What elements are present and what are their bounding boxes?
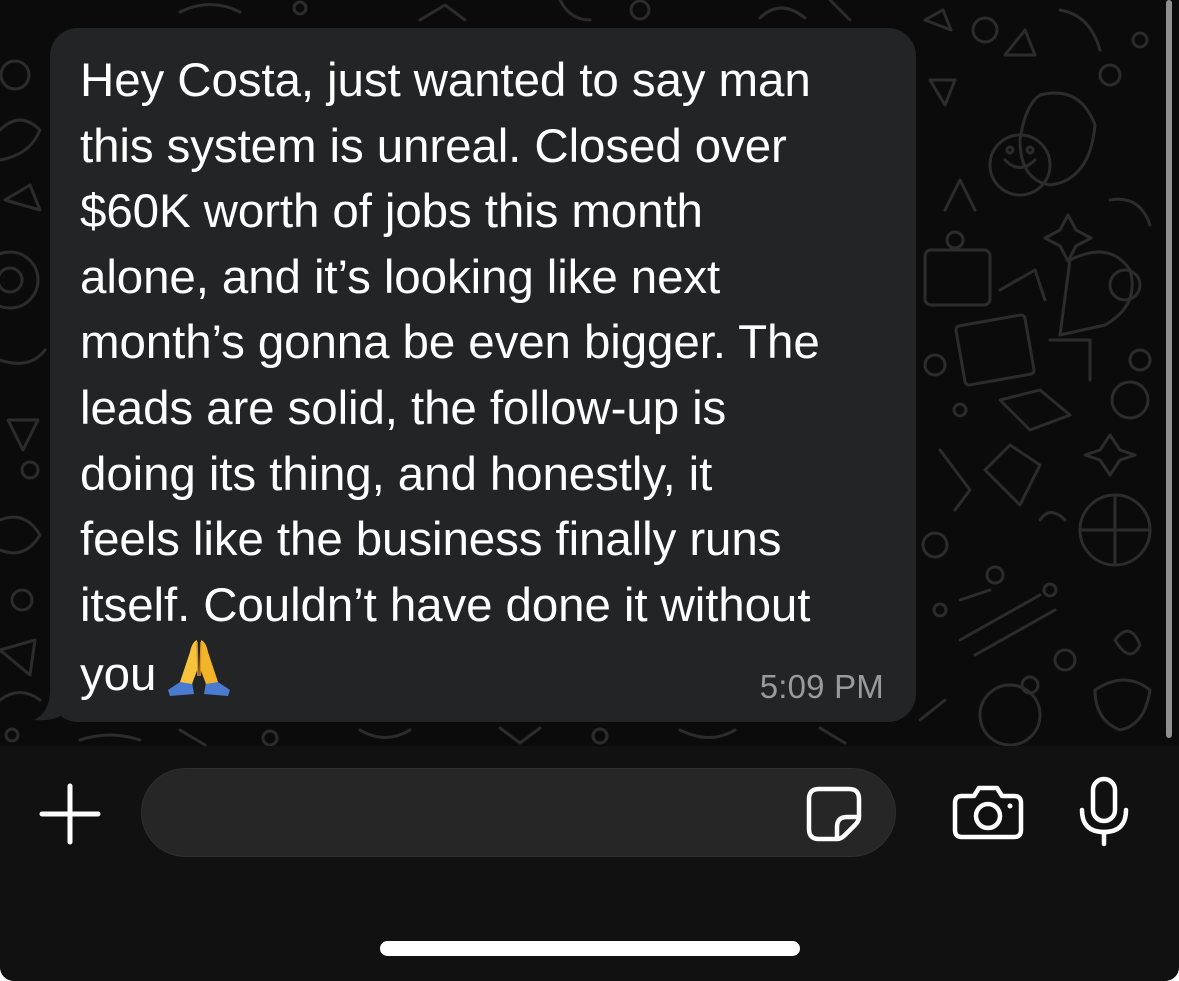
chat-area[interactable]: Hey Costa, just wanted to say man this s… bbox=[0, 0, 1179, 746]
whatsapp-chat-screen: Hey Costa, just wanted to say man this s… bbox=[0, 0, 1179, 981]
sticker-icon[interactable] bbox=[805, 785, 863, 843]
message-line: Hey Costa, just wanted to say man bbox=[80, 54, 811, 107]
message-input[interactable] bbox=[141, 768, 896, 857]
incoming-message-bubble[interactable]: Hey Costa, just wanted to say man this s… bbox=[50, 28, 916, 722]
plus-icon[interactable] bbox=[38, 782, 102, 846]
message-line: itself. Couldn’t have done it without bbox=[80, 578, 811, 632]
message-line: alone, and it’s looking like next bbox=[80, 250, 721, 304]
message-line: doing its thing, and honestly, it bbox=[80, 447, 713, 501]
folded-hands-emoji bbox=[168, 640, 231, 697]
message-line: leads are solid, the follow-up is bbox=[80, 381, 727, 435]
message-line: feels like the business finally runs bbox=[80, 513, 782, 567]
chat-scrollbar[interactable] bbox=[1166, 0, 1172, 738]
message-line: month’s gonna be even bigger. The bbox=[80, 316, 820, 370]
microphone-icon[interactable] bbox=[1078, 776, 1130, 848]
message-text: Hey Costa, just wanted to say man this s… bbox=[80, 48, 886, 708]
home-indicator[interactable] bbox=[380, 941, 800, 956]
camera-icon[interactable] bbox=[952, 784, 1024, 840]
message-line: this system is unreal. Closed over bbox=[80, 119, 787, 173]
message-timestamp: 5:09 PM bbox=[759, 668, 884, 705]
message-line: $60K worth of jobs this month bbox=[80, 185, 703, 239]
message-line: you bbox=[80, 648, 157, 702]
